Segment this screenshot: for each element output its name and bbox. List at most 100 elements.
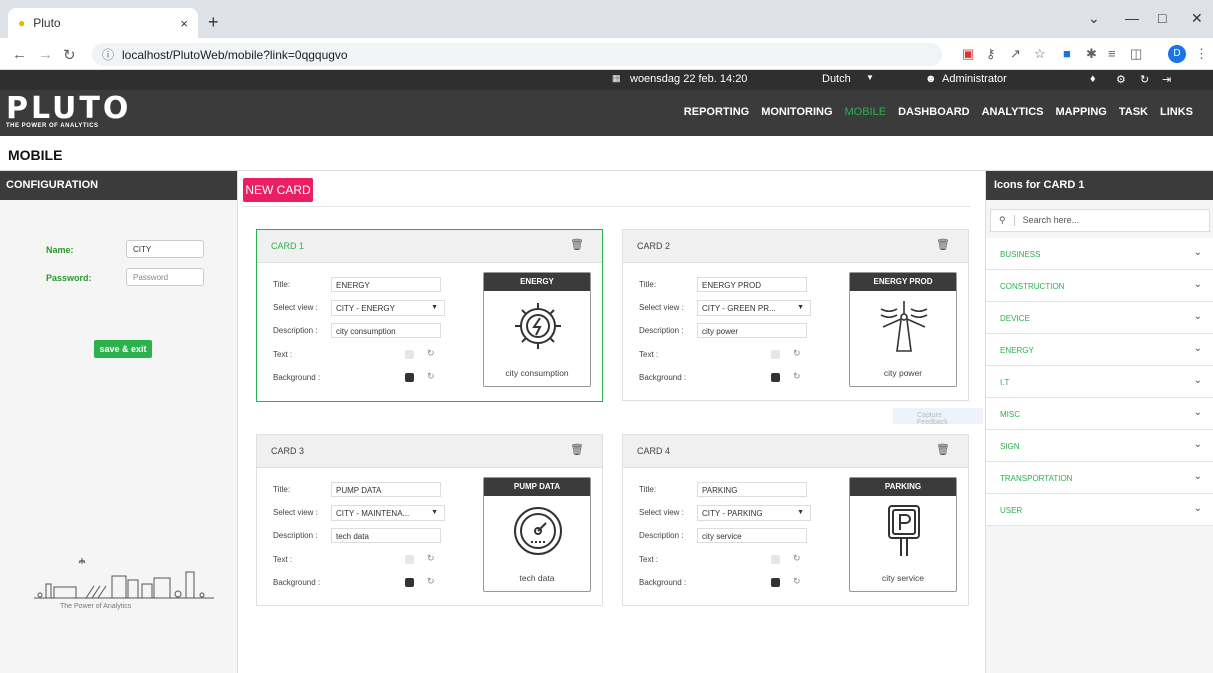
category-user[interactable]: USER ⌄ <box>986 494 1213 526</box>
card-description-input[interactable]: tech data <box>331 528 441 543</box>
browser-tab[interactable]: ● Pluto × <box>8 8 198 38</box>
card-description-input[interactable]: city power <box>697 323 807 338</box>
new-card-button[interactable]: NEW CARD <box>243 178 313 202</box>
select-view-dropdown[interactable]: CITY - MAINTENA... ▼ <box>331 505 445 521</box>
language-select[interactable]: Dutch <box>822 73 851 85</box>
pluto-logo[interactable]: PLUTO <box>6 94 131 124</box>
password-field[interactable]: Password <box>126 268 204 286</box>
text-color-swatch[interactable] <box>771 350 780 359</box>
extension-icon[interactable]: ▣ <box>962 46 974 62</box>
trash-icon[interactable]: 🗑 <box>936 238 950 251</box>
back-icon[interactable]: ← <box>12 46 27 63</box>
browser-menu-icon[interactable]: ⋮ <box>1195 46 1208 62</box>
category-energy[interactable]: ENERGY ⌄ <box>986 334 1213 366</box>
category-misc[interactable]: MISC ⌄ <box>986 398 1213 430</box>
background-label: Background : <box>273 578 321 587</box>
reload-icon[interactable]: ↻ <box>63 46 76 64</box>
side-panel-icon[interactable]: ◫ <box>1130 46 1142 62</box>
profile-avatar[interactable]: D <box>1168 45 1186 63</box>
description-label: Description : <box>273 326 318 335</box>
puzzle-icon[interactable]: ✱ <box>1086 46 1097 62</box>
language-dropdown-icon[interactable]: ▼ <box>866 73 874 82</box>
trash-icon[interactable]: 🗑 <box>570 238 584 251</box>
app-top-bar: ▦ woensdag 22 feb. 14:20 Dutch ▼ ☻ Admin… <box>0 70 1213 90</box>
select-view-dropdown[interactable]: CITY - ENERGY ▼ <box>331 300 445 316</box>
card-description-input[interactable]: city consumption <box>331 323 441 338</box>
select-view-value: CITY - MAINTENA... <box>336 509 410 518</box>
text-color-swatch[interactable] <box>771 555 780 564</box>
key-icon[interactable]: ⚷ <box>986 46 996 62</box>
reset-background-color-icon[interactable]: ↻ <box>793 371 801 382</box>
reset-text-color-icon[interactable]: ↻ <box>427 553 435 564</box>
bookmark-star-icon[interactable]: ☆ <box>1034 46 1046 62</box>
category-construction[interactable]: CONSTRUCTION ⌄ <box>986 270 1213 302</box>
background-color-swatch[interactable] <box>771 373 780 382</box>
card-title-input[interactable]: PARKING <box>697 482 807 497</box>
site-info-icon[interactable]: ⓘ <box>102 46 114 63</box>
reset-text-color-icon[interactable]: ↻ <box>793 553 801 564</box>
background-color-swatch[interactable] <box>771 578 780 587</box>
save-exit-button[interactable]: save & exit <box>94 340 152 358</box>
share-icon[interactable]: ↗ <box>1010 46 1021 62</box>
card-3[interactable]: CARD 3 🗑 Title: PUMP DATA Select view : … <box>256 434 603 606</box>
tab-search-icon[interactable]: ⌄ <box>1088 10 1100 27</box>
card-description-input[interactable]: city service <box>697 528 807 543</box>
capture-feedback-tooltip[interactable]: Capture Feedback <box>893 408 983 426</box>
reset-text-color-icon[interactable]: ↻ <box>427 348 435 359</box>
menu-monitoring[interactable]: MONITORING <box>761 106 832 118</box>
text-color-swatch[interactable] <box>405 555 414 564</box>
menu-dashboard[interactable]: DASHBOARD <box>898 106 970 118</box>
trash-icon[interactable]: 🗑 <box>570 443 584 456</box>
maximize-icon[interactable]: □ <box>1158 10 1166 26</box>
refresh-icon[interactable]: ↻ <box>1140 73 1149 86</box>
category-business[interactable]: BUSINESS ⌄ <box>986 238 1213 270</box>
tab-title: Pluto <box>33 16 61 30</box>
search-icon: ⚲ <box>999 215 1006 225</box>
reset-text-color-icon[interactable]: ↻ <box>793 348 801 359</box>
menu-mobile[interactable]: MOBILE <box>845 106 887 118</box>
select-view-dropdown[interactable]: CITY - PARKING ▼ <box>697 505 811 521</box>
window-close-icon[interactable]: ✕ <box>1191 10 1203 27</box>
reset-background-color-icon[interactable]: ↻ <box>793 576 801 587</box>
card-2[interactable]: CARD 2 🗑 Title: ENERGY PROD Select view … <box>622 229 969 401</box>
background-color-swatch[interactable] <box>405 373 414 382</box>
text-color-swatch[interactable] <box>405 350 414 359</box>
configuration-panel: CONFIGURATION Name: CITY Password: Passw… <box>0 171 238 673</box>
menu-mapping[interactable]: MAPPING <box>1056 106 1107 118</box>
user-name[interactable]: Administrator <box>942 73 1007 85</box>
logout-icon[interactable]: ⇥ <box>1162 73 1171 86</box>
title-label: Title: <box>273 485 291 494</box>
category-sign[interactable]: SIGN ⌄ <box>986 430 1213 462</box>
card-title-input[interactable]: PUMP DATA <box>331 482 441 497</box>
forward-icon[interactable]: → <box>38 46 53 63</box>
icon-search-input[interactable]: ⚲ Search here... <box>990 209 1210 232</box>
select-view-dropdown[interactable]: CITY - GREEN PR... ▼ <box>697 300 811 316</box>
menu-task[interactable]: TASK <box>1119 106 1148 118</box>
card-4[interactable]: CARD 4 🗑 Title: PARKING Select view : CI… <box>622 434 969 606</box>
reset-background-color-icon[interactable]: ↻ <box>427 576 435 587</box>
notification-bell-icon[interactable]: ♦ <box>1090 73 1096 85</box>
category-device[interactable]: DEVICE ⌄ <box>986 302 1213 334</box>
menu-links[interactable]: LINKS <box>1160 106 1193 118</box>
category-transportation[interactable]: TRANSPORTATION ⌄ <box>986 462 1213 494</box>
card-title-input[interactable]: ENERGY PROD <box>697 277 807 292</box>
card-preview: PUMP DATA tech data <box>483 477 591 592</box>
url-input[interactable]: ⓘ localhost/PlutoWeb/mobile?link=0qgqugv… <box>92 43 942 66</box>
card-1[interactable]: CARD 1 🗑 Title: ENERGY Select view : CIT… <box>256 229 603 402</box>
trash-icon[interactable]: 🗑 <box>936 443 950 456</box>
reset-background-color-icon[interactable]: ↻ <box>427 371 435 382</box>
menu-reporting[interactable]: REPORTING <box>684 106 749 118</box>
category-label: BUSINESS <box>1000 250 1041 259</box>
extension-color-icon[interactable]: ■ <box>1063 46 1071 61</box>
menu-analytics[interactable]: ANALYTICS <box>982 106 1044 118</box>
app-header: PLUTO THE POWER OF ANALYTICS REPORTING M… <box>0 90 1213 136</box>
reading-list-icon[interactable]: ≡ <box>1108 46 1116 61</box>
background-color-swatch[interactable] <box>405 578 414 587</box>
name-field[interactable]: CITY <box>126 240 204 258</box>
minimize-icon[interactable]: — <box>1125 10 1139 26</box>
new-tab-button[interactable]: + <box>208 12 219 33</box>
card-title-input[interactable]: ENERGY <box>331 277 441 292</box>
settings-gear-icon[interactable]: ⚙ <box>1116 73 1126 86</box>
category-it[interactable]: I.T ⌄ <box>986 366 1213 398</box>
tab-close-icon[interactable]: × <box>180 16 188 31</box>
